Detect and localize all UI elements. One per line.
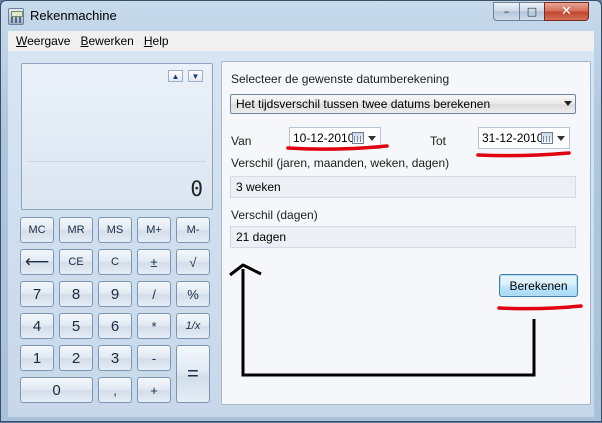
close-button[interactable]: ✕: [544, 2, 589, 21]
add-button[interactable]: +: [137, 377, 171, 403]
calculator-app-icon: [8, 8, 24, 25]
percent-button[interactable]: %: [176, 281, 210, 307]
difference-result: 3 weken: [230, 176, 576, 198]
multiply-button[interactable]: *: [137, 313, 171, 339]
ms-button[interactable]: MS: [98, 217, 132, 243]
digit-3-button[interactable]: 3: [98, 345, 132, 371]
calculator-window: Rekenmachine – □ ✕ Weergave Bewerken Hel…: [0, 0, 602, 422]
digit-4-button[interactable]: 4: [20, 313, 54, 339]
difference-days-result: 21 dagen: [230, 226, 576, 248]
to-label: Tot: [430, 134, 447, 148]
history-down-button[interactable]: ▼: [188, 70, 203, 82]
backspace-button[interactable]: ⟵: [20, 249, 54, 275]
calendar-icon: [541, 132, 553, 144]
reciprocal-button[interactable]: 1/x: [176, 313, 210, 339]
plus-minus-button[interactable]: ±: [137, 249, 171, 275]
menu-bar: Weergave Bewerken Help: [8, 31, 594, 51]
maximize-button[interactable]: □: [519, 2, 545, 21]
window-title: Rekenmachine: [30, 8, 117, 23]
mr-button[interactable]: MR: [59, 217, 93, 243]
menu-bewerken[interactable]: Bewerken: [78, 34, 141, 48]
digit-5-button[interactable]: 5: [59, 313, 93, 339]
from-label: Van: [231, 134, 252, 148]
minimize-button[interactable]: –: [493, 2, 520, 21]
m-minus-button[interactable]: M-: [176, 217, 210, 243]
divide-button[interactable]: /: [137, 281, 171, 307]
difference-days-label: Verschil (dagen): [231, 208, 318, 222]
calculator-body: ▲ ▼ 0 MC MR MS M+ M- ⟵ CE C ± √ 7 8 9 / …: [8, 51, 594, 417]
clear-button[interactable]: C: [98, 249, 132, 275]
digit-1-button[interactable]: 1: [20, 345, 54, 371]
date-calculation-panel: Selecteer de gewenste datumberekening He…: [221, 61, 591, 405]
digit-2-button[interactable]: 2: [59, 345, 93, 371]
from-date-value: 10-12-2010: [293, 131, 355, 145]
ce-button[interactable]: CE: [59, 249, 93, 275]
menu-help[interactable]: Help: [142, 34, 177, 48]
equals-button[interactable]: =: [176, 345, 210, 403]
digit-8-button[interactable]: 8: [59, 281, 93, 307]
calculation-type-dropdown[interactable]: Het tijdsverschil tussen twee datums ber…: [230, 94, 576, 114]
calculator-display: ▲ ▼ 0: [21, 63, 213, 210]
decimal-button[interactable]: ,: [98, 377, 132, 403]
chevron-down-icon: [564, 101, 572, 106]
chevron-down-icon: [368, 136, 376, 141]
calculate-button[interactable]: Berekenen: [499, 274, 578, 297]
history-up-button[interactable]: ▲: [168, 70, 183, 82]
display-divider: [28, 161, 206, 162]
difference-label: Verschil (jaren, maanden, weken, dagen): [231, 156, 450, 170]
digit-7-button[interactable]: 7: [20, 281, 54, 307]
to-date-value: 31-12-2010: [482, 131, 544, 145]
digit-0-button[interactable]: 0: [20, 377, 93, 403]
digit-9-button[interactable]: 9: [98, 281, 132, 307]
from-date-picker[interactable]: 10-12-2010: [289, 127, 381, 149]
m-plus-button[interactable]: M+: [137, 217, 171, 243]
panel-title: Selecteer de gewenste datumberekening: [231, 72, 450, 86]
to-date-picker[interactable]: 31-12-2010: [478, 127, 570, 149]
calendar-icon: [352, 132, 364, 144]
mc-button[interactable]: MC: [20, 217, 54, 243]
chevron-down-icon: [557, 136, 565, 141]
title-bar[interactable]: Rekenmachine – □ ✕: [1, 1, 601, 31]
display-value: 0: [190, 177, 203, 201]
subtract-button[interactable]: -: [137, 345, 171, 371]
digit-6-button[interactable]: 6: [98, 313, 132, 339]
menu-weergave[interactable]: Weergave: [14, 34, 78, 48]
calculation-type-value: Het tijdsverschil tussen twee datums ber…: [236, 97, 491, 111]
sqrt-button[interactable]: √: [176, 249, 210, 275]
